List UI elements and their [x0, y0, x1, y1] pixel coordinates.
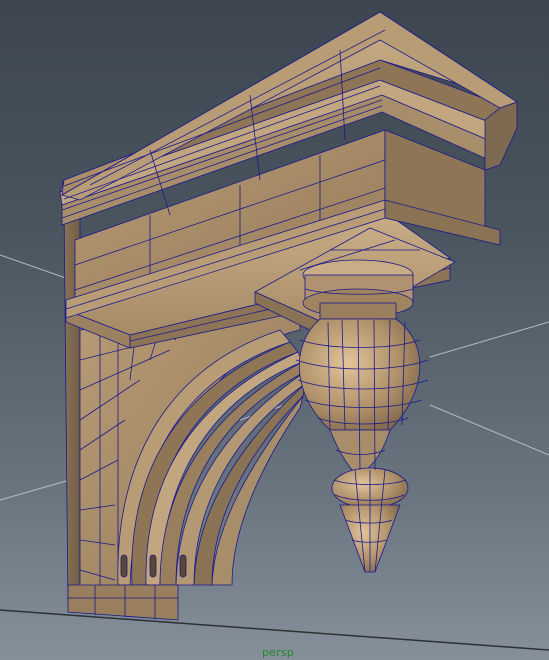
- scene-canvas[interactable]: [0, 0, 549, 660]
- corbel-model[interactable]: [59, 11, 518, 621]
- camera-label: persp: [262, 646, 294, 659]
- finial: [295, 259, 429, 573]
- corbel-foot: [67, 584, 179, 621]
- maya-perspective-viewport[interactable]: persp: [0, 0, 549, 660]
